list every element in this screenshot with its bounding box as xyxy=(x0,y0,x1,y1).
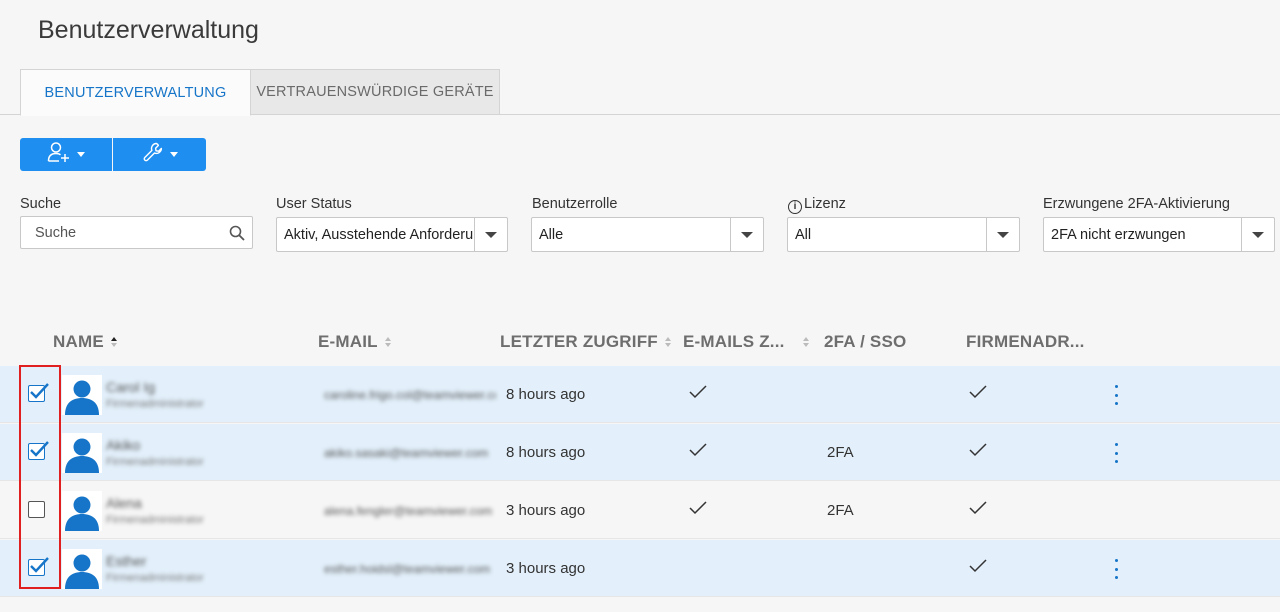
user-status-select[interactable]: Aktiv, Ausstehende Anforderung xyxy=(276,217,508,252)
last-access: 3 hours ago xyxy=(506,560,586,577)
column-header-firmenadresse: FIRMENADR... xyxy=(966,332,1085,352)
chevron-down-icon[interactable] xyxy=(730,218,763,251)
checkmark-icon xyxy=(968,385,988,404)
tab-bar: BENUTZERVERWALTUNG VERTRAUENSWÜRDIGE GER… xyxy=(0,69,1280,116)
license-select[interactable]: All xyxy=(787,217,1020,252)
user-name[interactable]: Akiko xyxy=(106,437,140,453)
column-header-label: E-MAIL xyxy=(318,332,378,351)
user-status-label: User Status xyxy=(276,196,352,212)
user-role: Firmenadministrator xyxy=(106,572,204,584)
license-value: All xyxy=(795,226,812,243)
user-role: Firmenadministrator xyxy=(106,514,204,526)
column-header-label: E-MAILS Z... xyxy=(683,332,785,351)
search-field xyxy=(20,216,253,249)
more-options-icon[interactable] xyxy=(1109,442,1123,464)
checkmark-icon xyxy=(688,443,708,462)
last-access: 8 hours ago xyxy=(506,386,586,403)
row-checkbox[interactable] xyxy=(28,441,49,460)
twofa-enforced-select[interactable]: 2FA nicht erzwungen xyxy=(1043,217,1275,252)
wrench-icon xyxy=(142,141,164,168)
user-email: caroline.frigo.col@teamviewer.com xyxy=(324,388,496,402)
checkmark-icon xyxy=(968,501,988,520)
twofa-status: 2FA xyxy=(827,444,854,461)
table-row[interactable]: Alena Firmenadministrator alena.fengler@te… xyxy=(0,482,1280,539)
checkmark-icon xyxy=(688,385,708,404)
column-header-label: NAME xyxy=(53,332,104,351)
user-email: alena.fengler@teamviewer.com xyxy=(324,504,493,518)
role-label: Benutzerrolle xyxy=(532,196,618,212)
search-label: Suche xyxy=(20,196,62,212)
twofa-enforced-value: 2FA nicht erzwungen xyxy=(1051,226,1186,243)
page-title: Benutzerverwaltung xyxy=(38,16,259,44)
row-checkbox[interactable] xyxy=(28,501,45,518)
sort-icon xyxy=(664,337,671,347)
user-status-value: Aktiv, Ausstehende Anforderung xyxy=(284,226,474,243)
user-email: akiko.sasaki@teamviewer.com xyxy=(324,446,489,460)
user-email: esther.hoidsl@teamviewer.com xyxy=(324,562,491,576)
sort-icon xyxy=(384,337,391,347)
checkmark-icon xyxy=(968,559,988,578)
tab-benutzerverwaltung[interactable]: BENUTZERVERWALTUNG xyxy=(20,69,251,116)
table-row[interactable]: Esther Firmenadministrator esther.hoidsl@t… xyxy=(0,540,1280,597)
user-name[interactable]: Carol Ig xyxy=(106,379,155,395)
user-name[interactable]: Alena xyxy=(106,495,142,511)
last-access: 8 hours ago xyxy=(506,444,586,461)
column-header-label: LETZTER ZUGRIFF xyxy=(500,332,658,351)
search-input[interactable] xyxy=(21,224,222,241)
license-label-wrap: i Lizenz xyxy=(788,196,846,214)
column-header-emails[interactable]: E-MAILS Z... xyxy=(683,332,809,352)
table-row[interactable]: Akiko Firmenadministrator akiko.sasaki@tea… xyxy=(0,424,1280,481)
row-checkbox[interactable] xyxy=(28,557,49,576)
tools-button[interactable] xyxy=(113,138,206,171)
column-header-2fa-sso: 2FA / SSO xyxy=(824,332,906,352)
checkmark-icon xyxy=(968,443,988,462)
chevron-down-icon[interactable] xyxy=(474,218,507,251)
chevron-down-icon[interactable] xyxy=(1241,218,1274,251)
info-icon[interactable]: i xyxy=(788,199,802,214)
caret-down-icon xyxy=(169,152,178,157)
tab-vertrauenswuerdige-geraete[interactable]: VERTRAUENSWÜRDIGE GERÄTE xyxy=(251,69,500,115)
user-name[interactable]: Esther xyxy=(106,553,146,569)
checkmark-icon xyxy=(688,501,708,520)
row-checkbox[interactable] xyxy=(28,383,49,402)
column-header-email[interactable]: E-MAIL xyxy=(318,332,391,352)
avatar-icon xyxy=(62,491,102,531)
last-access: 3 hours ago xyxy=(506,502,586,519)
twofa-enforced-label: Erzwungene 2FA-Aktivierung xyxy=(1043,196,1230,212)
user-role: Firmenadministrator xyxy=(106,456,204,468)
user-role: Firmenadministrator xyxy=(106,398,204,410)
avatar-icon xyxy=(62,433,102,473)
column-header-label: FIRMENADR... xyxy=(966,332,1085,351)
column-header-name[interactable]: NAME xyxy=(53,332,117,352)
role-value: Alle xyxy=(539,226,564,243)
role-select[interactable]: Alle xyxy=(531,217,764,252)
license-label: Lizenz xyxy=(804,196,846,212)
avatar-icon xyxy=(62,375,102,415)
chevron-down-icon[interactable] xyxy=(986,218,1019,251)
add-user-button[interactable] xyxy=(20,138,112,171)
search-icon[interactable] xyxy=(222,225,252,241)
add-user-icon xyxy=(47,141,71,168)
column-header-label: 2FA / SSO xyxy=(824,332,907,351)
caret-down-icon xyxy=(77,152,85,157)
table-row[interactable]: Carol Ig Firmenadministrator caroline.frig… xyxy=(0,366,1280,423)
column-header-last-access[interactable]: LETZTER ZUGRIFF xyxy=(500,332,671,352)
avatar-icon xyxy=(62,549,102,589)
sort-icon xyxy=(110,337,117,347)
more-options-icon[interactable] xyxy=(1109,558,1123,580)
twofa-status: 2FA xyxy=(827,502,854,519)
more-options-icon[interactable] xyxy=(1109,384,1123,406)
sort-icon xyxy=(802,337,809,347)
